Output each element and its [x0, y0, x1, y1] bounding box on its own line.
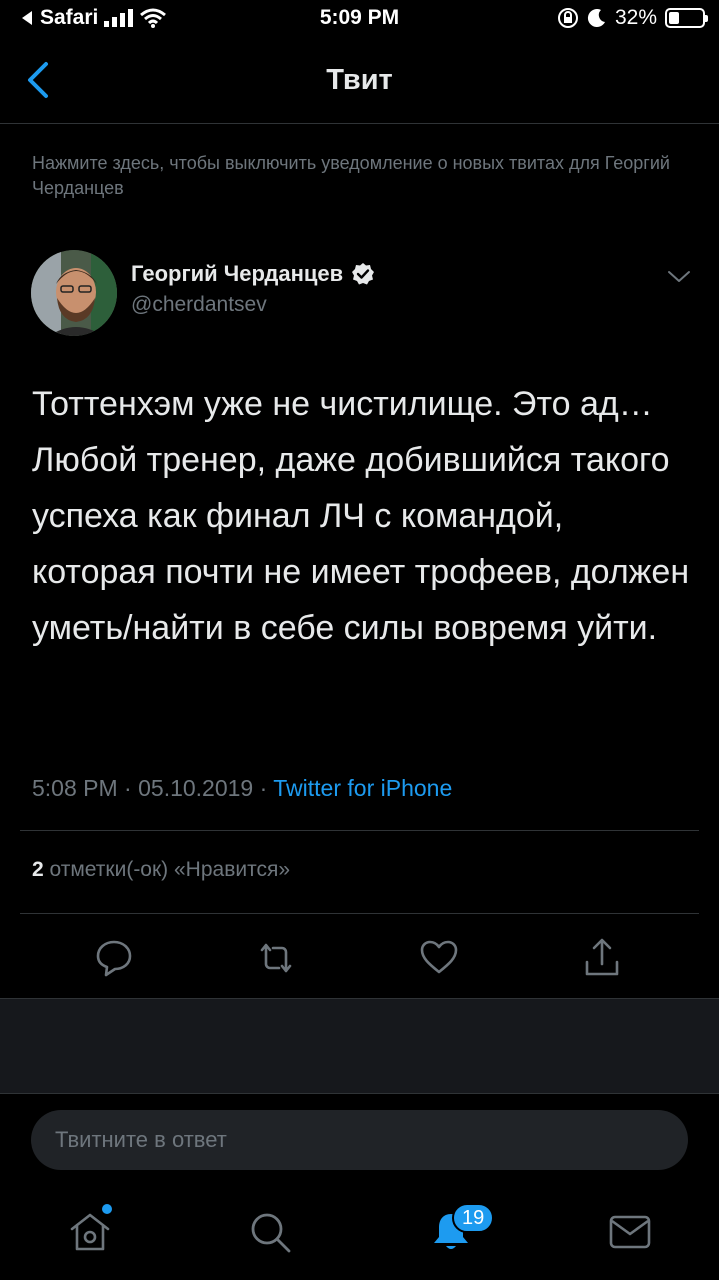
tweet-date: 05.10.2019	[138, 775, 254, 801]
likes-number[interactable]: 2	[32, 858, 44, 881]
nav-bar: Твит	[0, 40, 719, 124]
home-icon[interactable]	[67, 1209, 113, 1255]
status-bar: Safari 5:09 PM 32%	[0, 0, 719, 40]
share-icon[interactable]	[582, 936, 622, 980]
like-icon[interactable]	[419, 936, 459, 980]
search-icon[interactable]	[247, 1209, 293, 1255]
verified-badge-icon	[352, 263, 375, 285]
battery-fill	[669, 12, 680, 24]
tweet-meta: 5:08 PM · 05.10.2019 · Twitter for iPhon…	[32, 775, 452, 802]
notification-notice[interactable]: Нажмите здесь, чтобы выключить уведомлен…	[32, 151, 672, 201]
reply-icon[interactable]	[94, 936, 134, 980]
author-name-text[interactable]: Георгий Черданцев	[131, 261, 343, 287]
divider	[20, 830, 699, 831]
rotation-lock-icon	[557, 8, 578, 28]
replies-area	[0, 998, 719, 1094]
tweet-text: Тоттенхэм уже не чистилище. Это ад… Любо…	[32, 385, 690, 647]
moon-icon	[587, 9, 605, 28]
chevron-down-icon[interactable]	[667, 268, 691, 286]
reply-input[interactable]: Твитните в ответ	[31, 1110, 688, 1170]
battery-percent: 32%	[614, 6, 657, 29]
tweet-source-link[interactable]: Twitter for iPhone	[273, 775, 452, 801]
notifications-badge: 19	[452, 1203, 495, 1233]
tweet-time: 5:08 PM	[32, 775, 118, 801]
retweet-icon[interactable]	[256, 936, 296, 980]
tweet-actions	[0, 936, 719, 980]
avatar-image	[31, 250, 117, 336]
messages-icon[interactable]	[607, 1209, 653, 1255]
avatar[interactable]	[31, 250, 117, 336]
likes-label[interactable]: отметки(-ок) «Нравится»	[50, 858, 291, 881]
status-right: 32%	[557, 6, 708, 30]
author-handle[interactable]: @cherdantsev	[131, 293, 267, 317]
reply-placeholder[interactable]: Твитните в ответ	[55, 1127, 227, 1153]
tab-bar	[0, 1185, 719, 1280]
author-name[interactable]: Георгий Черданцев	[131, 261, 375, 287]
meta-separator: ·	[124, 775, 132, 801]
divider	[20, 913, 699, 914]
battery-icon	[665, 8, 708, 28]
page-title: Твит	[326, 64, 393, 96]
likes-count[interactable]: 2 отметки(-ок) «Нравится»	[32, 858, 290, 882]
home-new-indicator	[102, 1204, 112, 1214]
meta-separator: ·	[259, 775, 268, 801]
